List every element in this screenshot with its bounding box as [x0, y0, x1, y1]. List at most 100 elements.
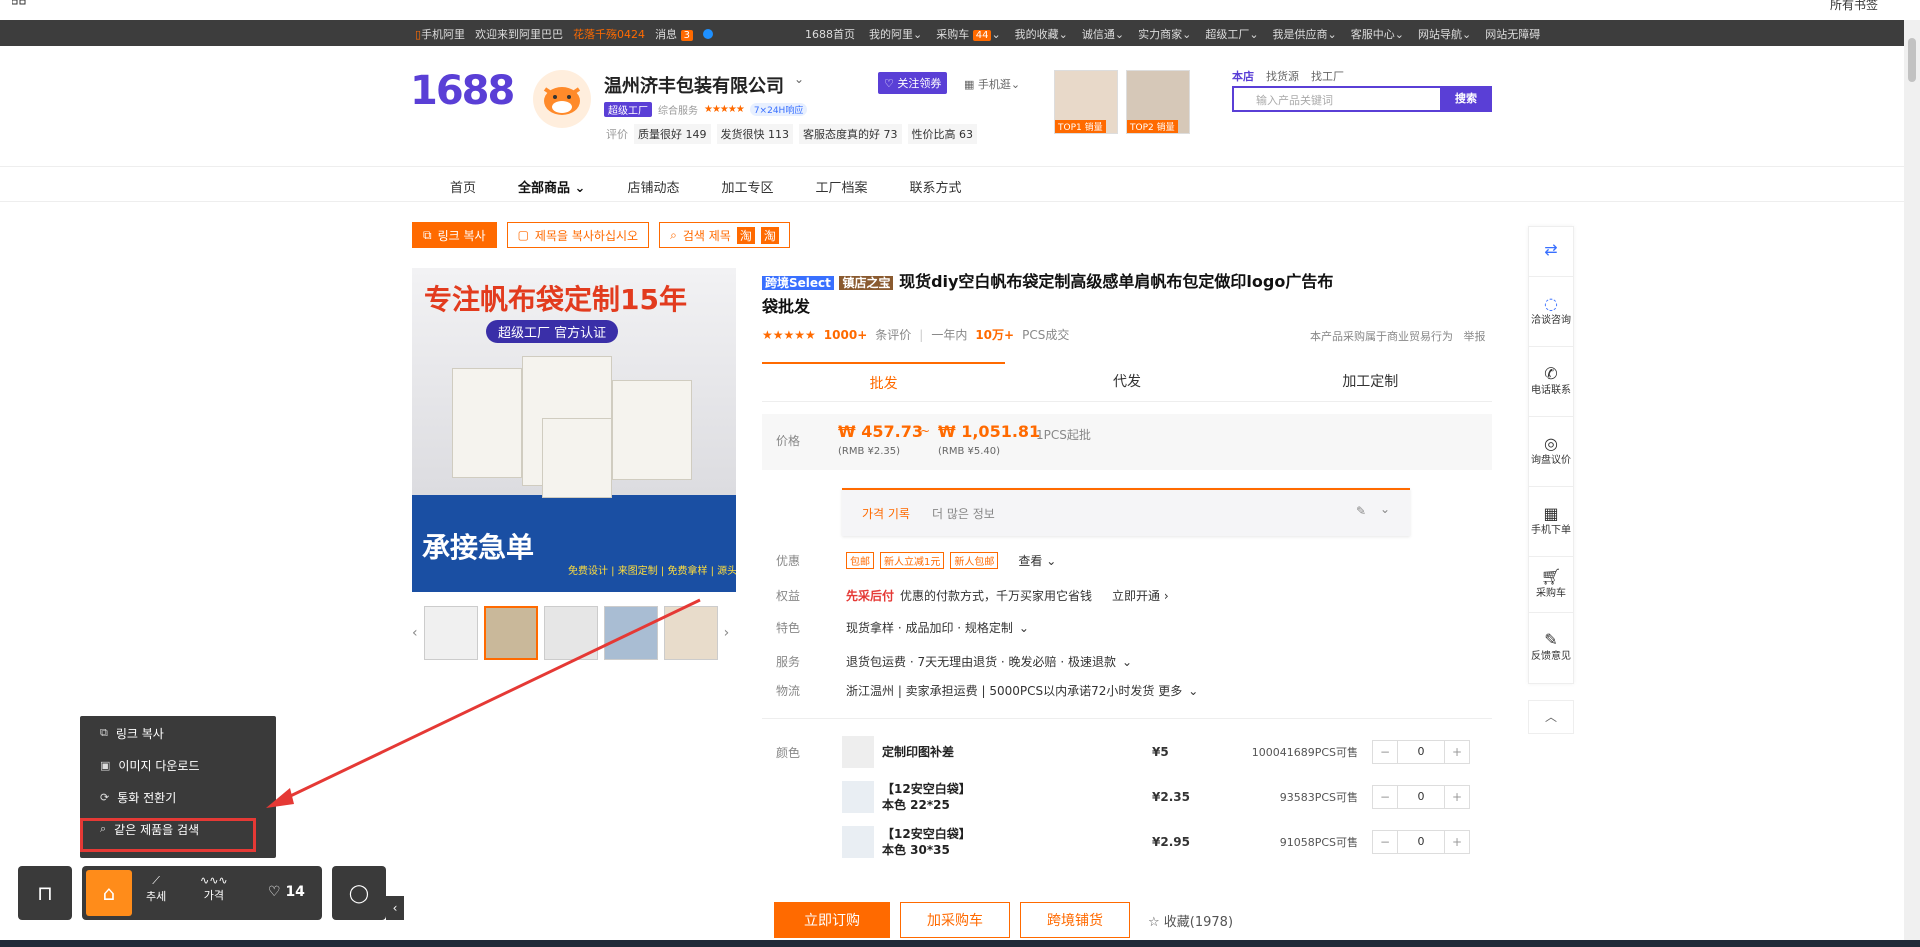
- nav-item-contact[interactable]: 联系方式: [910, 177, 962, 196]
- chevron-right-icon[interactable]: ›: [724, 625, 730, 641]
- sku-thumb[interactable]: [842, 781, 874, 813]
- favorite-button[interactable]: ☆ 收藏(1978): [1148, 911, 1233, 930]
- apps-grid-icon[interactable]: [12, 0, 26, 10]
- like-button[interactable]: ♡ 14: [268, 884, 305, 900]
- topbar-link[interactable]: 我的收藏⌄: [1015, 26, 1068, 42]
- nav-item-processing[interactable]: 加工专区: [721, 177, 773, 196]
- copy-link-button[interactable]: ⧉ 링크 복사: [412, 222, 497, 248]
- main-product-image[interactable]: 专注帆布袋定制15年 超级工厂 官方认证 承接急单 免费设计 | 来图定制 | …: [412, 268, 736, 592]
- search-title-button[interactable]: ⌕ 검색 제목 淘淘: [659, 222, 790, 248]
- bookmarks-link[interactable]: 所有书签: [1830, 0, 1878, 13]
- messages-link[interactable]: 消息 3: [655, 26, 693, 42]
- cross-border-button[interactable]: 跨境铺货: [1020, 902, 1130, 938]
- shop-avatar[interactable]: [533, 70, 591, 128]
- topbar-link[interactable]: 实力商家⌄: [1138, 26, 1191, 42]
- ctx-currency-converter[interactable]: ⟳ 통화 전환기: [80, 782, 276, 812]
- chevron-left-icon[interactable]: ‹: [412, 625, 418, 641]
- company-name[interactable]: 温州济丰包装有限公司: [604, 72, 784, 98]
- chat-button[interactable]: ◯: [332, 866, 386, 920]
- sidebar-item-consult[interactable]: ◌ 洽谈咨询: [1529, 277, 1573, 347]
- sidebar-item-phone[interactable]: ✆ 电话联系: [1529, 347, 1573, 417]
- copy-title-button[interactable]: ▢ 제목을 복사하십시오: [506, 222, 650, 248]
- search-tab-shop[interactable]: 本店: [1232, 68, 1254, 84]
- user-name[interactable]: 花落千殇0424: [573, 26, 645, 42]
- nav-item-factory[interactable]: 工厂档案: [815, 177, 867, 196]
- sku-row: 【12安空白袋】 本色 30*35 ¥2.95 91058PCS可售 −0 +: [842, 822, 1482, 862]
- promo-more-link[interactable]: 查看 ⌄: [1018, 552, 1056, 569]
- link-icon: ⧉: [423, 227, 432, 242]
- plus-icon[interactable]: +: [1445, 786, 1469, 808]
- review-count[interactable]: 1000+: [824, 328, 867, 342]
- nav-item-news[interactable]: 店铺动态: [627, 177, 679, 196]
- back-to-top-button[interactable]: ︿: [1528, 700, 1574, 734]
- add-cart-button[interactable]: 加采购车: [900, 902, 1010, 938]
- search-button[interactable]: 搜索: [1440, 86, 1492, 112]
- chevron-down-icon[interactable]: ⌄: [794, 72, 804, 86]
- ctx-copy-link[interactable]: ⧉ 링크 복사: [80, 718, 276, 748]
- mobile-shop-link[interactable]: ▦ 手机逛⌄: [964, 76, 1020, 92]
- topbar-link[interactable]: 诚信通⌄: [1082, 26, 1124, 42]
- topbar-link[interactable]: 我是供应商⌄: [1273, 26, 1337, 42]
- topbar-link[interactable]: 网站无障碍: [1485, 26, 1540, 42]
- tab-wholesale[interactable]: 批发: [762, 362, 1006, 401]
- search-tab-source[interactable]: 找货源: [1266, 68, 1299, 84]
- sidebar-item-inquiry[interactable]: ◎ 询盘议价: [1529, 417, 1573, 487]
- rights-activate-link[interactable]: 立即开通 ›: [1112, 587, 1169, 604]
- plus-icon[interactable]: +: [1445, 741, 1469, 763]
- tab-custom[interactable]: 加工定制: [1249, 362, 1492, 401]
- topbar-link[interactable]: 我的阿里⌄: [869, 26, 922, 42]
- thumbnail[interactable]: [603, 606, 658, 660]
- scrollbar-thumb[interactable]: [1908, 38, 1916, 82]
- home-button[interactable]: ⌂: [86, 870, 132, 916]
- nav-item-home[interactable]: 首页: [450, 177, 476, 196]
- price-history-panel[interactable]: 가격 기록 더 많은 정보 ✎ ⌄: [842, 488, 1410, 536]
- report-link[interactable]: 举报: [1464, 330, 1486, 343]
- service-value[interactable]: 退货包运费 · 7天无理由退货 · 晚发必赔 · 极速退款: [846, 653, 1116, 670]
- cart-count-badge: 44: [972, 30, 992, 41]
- price-button[interactable]: ∿∿∿ 가격: [200, 874, 228, 903]
- ctx-download-image[interactable]: ▣ 이미지 다운로드: [80, 750, 276, 780]
- tab-dropship[interactable]: 代发: [1005, 362, 1248, 401]
- site-logo[interactable]: 1688: [410, 68, 515, 114]
- sku-thumb[interactable]: [842, 826, 874, 858]
- sidebar-item-cart[interactable]: 🛒︎ 采购车: [1529, 557, 1573, 613]
- order-now-button[interactable]: 立即订购: [774, 902, 890, 938]
- thumbnail[interactable]: [543, 606, 598, 660]
- sidebar-item-feedback[interactable]: ✎ 反馈意见: [1529, 613, 1573, 683]
- topbar-link[interactable]: 采购车 44 ⌄: [936, 26, 1001, 42]
- nav-item-all-products[interactable]: 全部商品 ⌄: [518, 177, 585, 196]
- thumbnail[interactable]: [663, 606, 718, 660]
- feature-value[interactable]: 现货拿样 · 成品加印 · 规格定制: [846, 619, 1013, 636]
- minus-icon[interactable]: −: [1373, 786, 1397, 808]
- trend-button[interactable]: ⟋ 추세: [146, 874, 166, 904]
- logistics-value[interactable]: 浙江温州 | 卖家承担运费 | 5000PCS以内承诺72小时发货 更多: [846, 682, 1182, 699]
- topbar-link[interactable]: 1688首页: [805, 26, 855, 42]
- thumbnail-selected[interactable]: [483, 606, 538, 660]
- topbar-link[interactable]: 超级工厂⌄: [1205, 26, 1258, 42]
- top1-product-thumb[interactable]: TOP1 销量: [1054, 70, 1118, 134]
- sidebar-item-mobile-order[interactable]: ▦ 手机下单: [1529, 487, 1573, 557]
- search-input[interactable]: 输入产品关键词: [1232, 86, 1442, 112]
- mobile-link[interactable]: ▯手机阿里: [415, 26, 465, 42]
- quantity-stepper[interactable]: −0 +: [1372, 830, 1470, 854]
- plus-icon[interactable]: +: [1445, 831, 1469, 853]
- bag-button[interactable]: ⊓: [18, 866, 72, 920]
- topbar-link[interactable]: 网站导航⌄: [1418, 26, 1471, 42]
- sku-thumb[interactable]: [842, 736, 874, 768]
- follow-button[interactable]: ♡ 关注领券: [878, 72, 948, 94]
- top2-product-thumb[interactable]: TOP2 销量: [1126, 70, 1190, 134]
- edit-icon[interactable]: ✎: [1356, 504, 1366, 518]
- sold-label: PCS成交: [1022, 328, 1070, 342]
- quantity-stepper[interactable]: −0 +: [1372, 740, 1470, 764]
- topbar-link[interactable]: 客服中心⌄: [1351, 26, 1404, 42]
- search-tab-factory[interactable]: 找工厂: [1311, 68, 1344, 84]
- thumbnail[interactable]: [423, 606, 478, 660]
- sidebar-item-translate[interactable]: ⇄: [1529, 227, 1573, 277]
- minus-icon[interactable]: −: [1373, 831, 1397, 853]
- minus-icon[interactable]: −: [1373, 741, 1397, 763]
- price-history-more[interactable]: 더 많은 정보: [932, 505, 995, 522]
- page-scrollbar[interactable]: [1904, 20, 1920, 940]
- chevron-down-icon[interactable]: ⌄: [1380, 502, 1390, 516]
- collapse-button[interactable]: ‹: [386, 896, 404, 920]
- quantity-stepper[interactable]: −0 +: [1372, 785, 1470, 809]
